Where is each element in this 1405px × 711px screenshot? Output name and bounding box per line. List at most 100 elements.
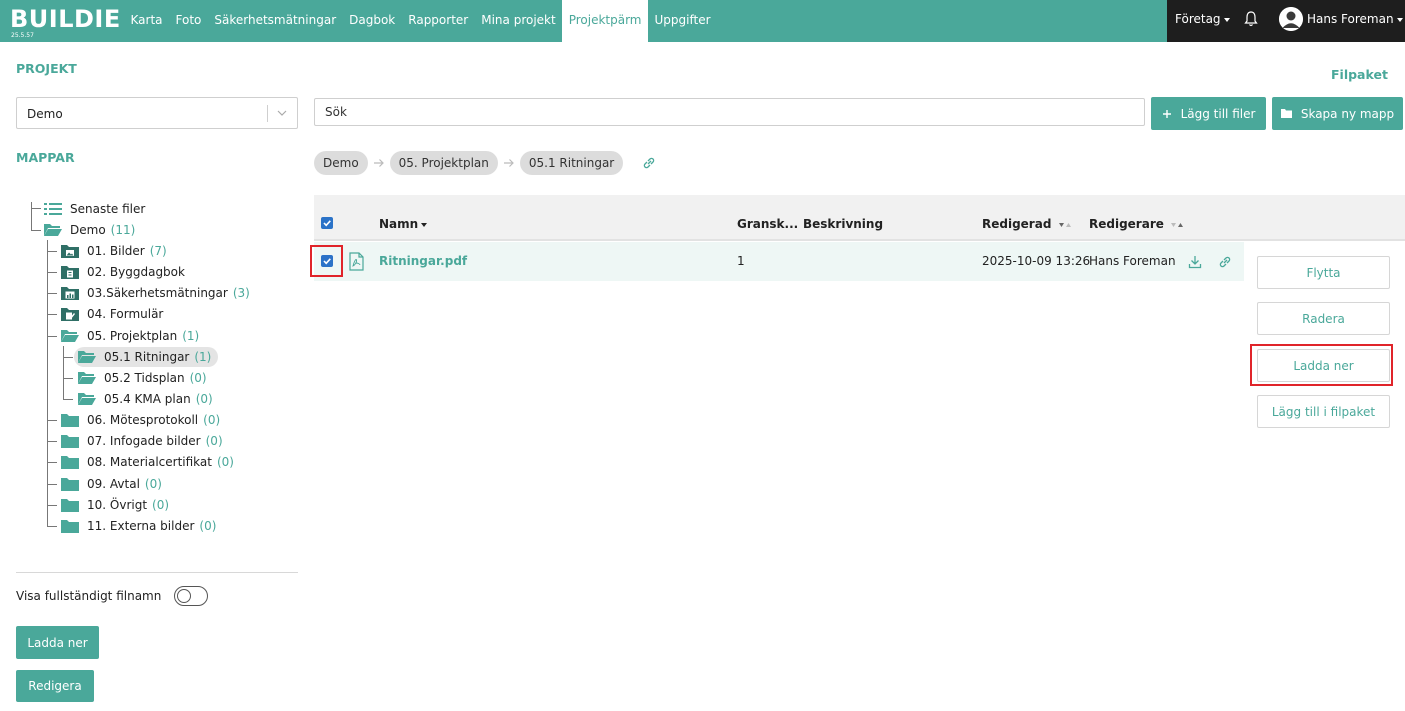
tree-item-label: 08. Materialcertifikat [87,455,212,469]
column-edited-header[interactable]: Redigerad [982,217,1072,231]
full-filename-toggle[interactable] [174,586,208,606]
avatar[interactable] [1279,7,1303,31]
tree-item-avtal[interactable]: 09. Avtal (0) [61,474,162,494]
add-files-button[interactable]: Lägg till filer [1151,97,1266,130]
tree-item-count: (0) [144,477,162,491]
tree-item-count: (0) [216,455,234,469]
app-version: 25.5.57 [11,32,34,39]
tree-item-kma-plan[interactable]: 05.4 KMA plan (0) [78,389,213,409]
tree-line [31,230,41,231]
folder-icon [61,456,79,469]
tree-item-label: 10. Övrigt [87,498,148,512]
tree-item-count: (0) [189,371,207,385]
sort-icon [1171,222,1184,227]
tree-item-label: 06. Mötesprotokoll [87,413,199,427]
user-name: Hans Foreman [1307,12,1394,26]
tree-item-label: Demo [70,223,106,237]
column-review-header[interactable]: Gransk... [737,217,798,231]
nav-projektparm[interactable]: Projektpärm [562,0,648,42]
tree-item-externa-bilder[interactable]: 11. Externa bilder (0) [61,516,216,536]
folder-chart-icon [61,287,79,300]
folder-icon [1280,109,1292,118]
full-filename-label: Visa fullständigt filnamn [16,589,162,603]
nav-uppgifter[interactable]: Uppgifter [648,0,717,42]
folder-icon [61,435,79,448]
column-editor-header[interactable]: Redigerare [1089,217,1184,231]
tree-item-byggdagbok[interactable]: 02. Byggdagbok [61,262,185,282]
tree-item-label: 05. Projektplan [87,329,178,343]
sidebar-edit-button[interactable]: Redigera [16,670,94,702]
search-input[interactable] [314,98,1145,126]
tree-item-label: 04. Formulär [87,307,164,321]
tree-item-count: (0) [199,519,217,533]
nav-karta[interactable]: Karta [124,0,169,42]
folder-icon [61,499,79,512]
tree-item-tidsplan[interactable]: 05.2 Tidsplan (0) [78,368,207,388]
nav-sakerhetsmatningar[interactable]: Säkerhetsmätningar [208,0,343,42]
top-navbar: BUILDIE 25.5.57 Karta Foto Säkerhetsmätn… [0,0,1405,42]
tree-item-bilder[interactable]: 01. Bilder (7) [61,241,167,261]
folder-form-icon [61,308,79,321]
filpaket-link[interactable]: Filpaket [1331,67,1388,82]
tree-line [47,251,57,252]
sort-icon [1058,222,1071,227]
tree-item-ovrigt[interactable]: 10. Övrigt (0) [61,495,169,515]
tree-item-count: (0) [203,413,221,427]
add-to-package-button[interactable]: Lägg till i filpaket [1257,395,1390,428]
tree-item-projektplan[interactable]: 05. Projektplan (1) [61,326,199,346]
tree-item-demo[interactable]: Demo (11) [44,220,135,240]
tree-item-materialcertifikat[interactable]: 08. Materialcertifikat (0) [61,452,234,472]
file-name-link[interactable]: Ritningar.pdf [379,254,467,268]
buildie-logo[interactable]: BUILDIE [10,6,121,32]
select-all-checkbox[interactable] [321,217,333,229]
new-folder-button[interactable]: Skapa ny mapp [1272,97,1403,130]
folder-open-icon [44,224,62,236]
tree-item-label: 11. Externa bilder [87,519,195,533]
file-review-count: 1 [737,254,745,268]
tree-item-infogade-bilder[interactable]: 07. Infogade bilder (0) [61,431,223,451]
nav-rapporter[interactable]: Rapporter [402,0,475,42]
new-folder-label: Skapa ny mapp [1300,106,1395,121]
column-name-header[interactable]: Namn [379,217,428,231]
breadcrumb-projektplan[interactable]: 05. Projektplan [389,151,498,175]
project-select-value: Demo [27,107,63,121]
link-icon[interactable] [641,155,657,171]
nav-mina-projekt[interactable]: Mina projekt [475,0,562,42]
tree-line [47,420,57,421]
row-checkbox-highlight [310,245,343,277]
folder-icon [61,478,79,491]
nav-dagbok[interactable]: Dagbok [343,0,402,42]
tree-item-label: 05.1 Ritningar [104,350,190,364]
project-select[interactable]: Demo [16,97,298,129]
download-icon[interactable] [1187,254,1203,270]
tree-item-ritningar[interactable]: 05.1 Ritningar (1) [74,347,219,367]
tree-item-motesprotokoll[interactable]: 06. Mötesprotokoll (0) [61,410,220,430]
tree-line [47,505,57,506]
sidebar-download-button[interactable]: Ladda ner [16,626,99,659]
company-menu[interactable]: Företag [1175,12,1230,26]
tree-item-formular[interactable]: 04. Formulär [61,304,163,324]
tree-line [47,441,57,442]
tree-item-label: 05.2 Tidsplan [104,371,185,385]
tree-item-label: 05.4 KMA plan [104,392,191,406]
column-description-header[interactable]: Beskrivning [803,217,883,231]
pdf-file-icon [349,252,364,271]
folder-image-icon [61,245,79,258]
bell-icon[interactable] [1243,10,1259,28]
table-row[interactable]: Ritningar.pdf 1 2025-10-09 13:26 Hans Fo… [314,242,1244,281]
tree-item-count: (0) [205,434,223,448]
user-menu[interactable]: Hans Foreman [1307,12,1403,26]
chevron-down-icon [277,110,287,116]
delete-button[interactable]: Radera [1257,302,1390,335]
tree-item-sakerhetsmatningar[interactable]: 03.Säkerhetsmätningar (3) [61,283,250,303]
caret-down-icon [1396,17,1403,22]
company-label: Företag [1175,12,1221,26]
tree-item-senaste-filer[interactable]: Senaste filer [44,199,145,219]
link-icon[interactable] [1217,254,1233,270]
arrow-right-icon [373,159,384,167]
nav-foto[interactable]: Foto [169,0,208,42]
tree-item-count: (11) [110,223,136,237]
breadcrumb-demo[interactable]: Demo [314,151,368,175]
breadcrumb-ritningar[interactable]: 05.1 Ritningar [519,151,624,175]
move-button[interactable]: Flytta [1257,256,1390,289]
